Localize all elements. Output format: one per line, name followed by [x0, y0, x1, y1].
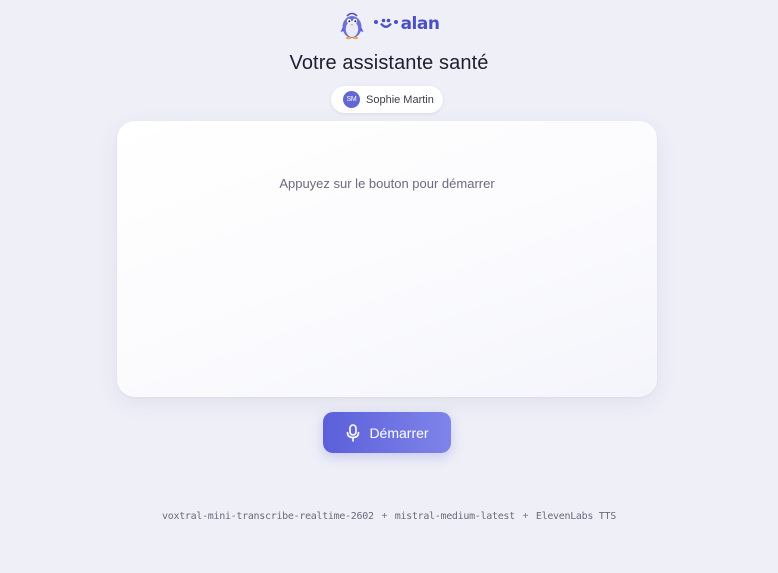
alan-logo[interactable]: alan	[373, 13, 440, 34]
penguin-mascot-icon	[340, 12, 364, 40]
start-prompt: Appuyez sur le bouton pour démarrer	[279, 176, 495, 191]
page-title: Votre assistante santé	[289, 52, 489, 74]
tts-provider: ElevenLabs TTS	[535, 511, 616, 522]
start-button[interactable]: Démarrer	[323, 412, 451, 453]
separator: +	[381, 511, 387, 522]
alan-logo-mark-icon	[373, 18, 398, 28]
avatar: SM	[343, 91, 360, 108]
logo-text: alan	[400, 13, 440, 34]
user-name: Sophie Martin	[366, 93, 434, 106]
separator: +	[522, 511, 529, 522]
start-button-label: Démarrer	[369, 424, 429, 441]
microphone-icon	[347, 423, 360, 442]
user-badge[interactable]: SM Sophie Martin	[331, 86, 443, 113]
conversation-panel: Appuyez sur le bouton pour démarrer	[117, 121, 657, 397]
llm-model: mistral-medium-latest	[394, 511, 515, 522]
model-info: voxtral-mini-transcribe-realtime-2602 + …	[0, 511, 778, 522]
stt-model: voxtral-mini-transcribe-realtime-2602	[162, 511, 374, 522]
app-header: alan	[0, 10, 778, 40]
